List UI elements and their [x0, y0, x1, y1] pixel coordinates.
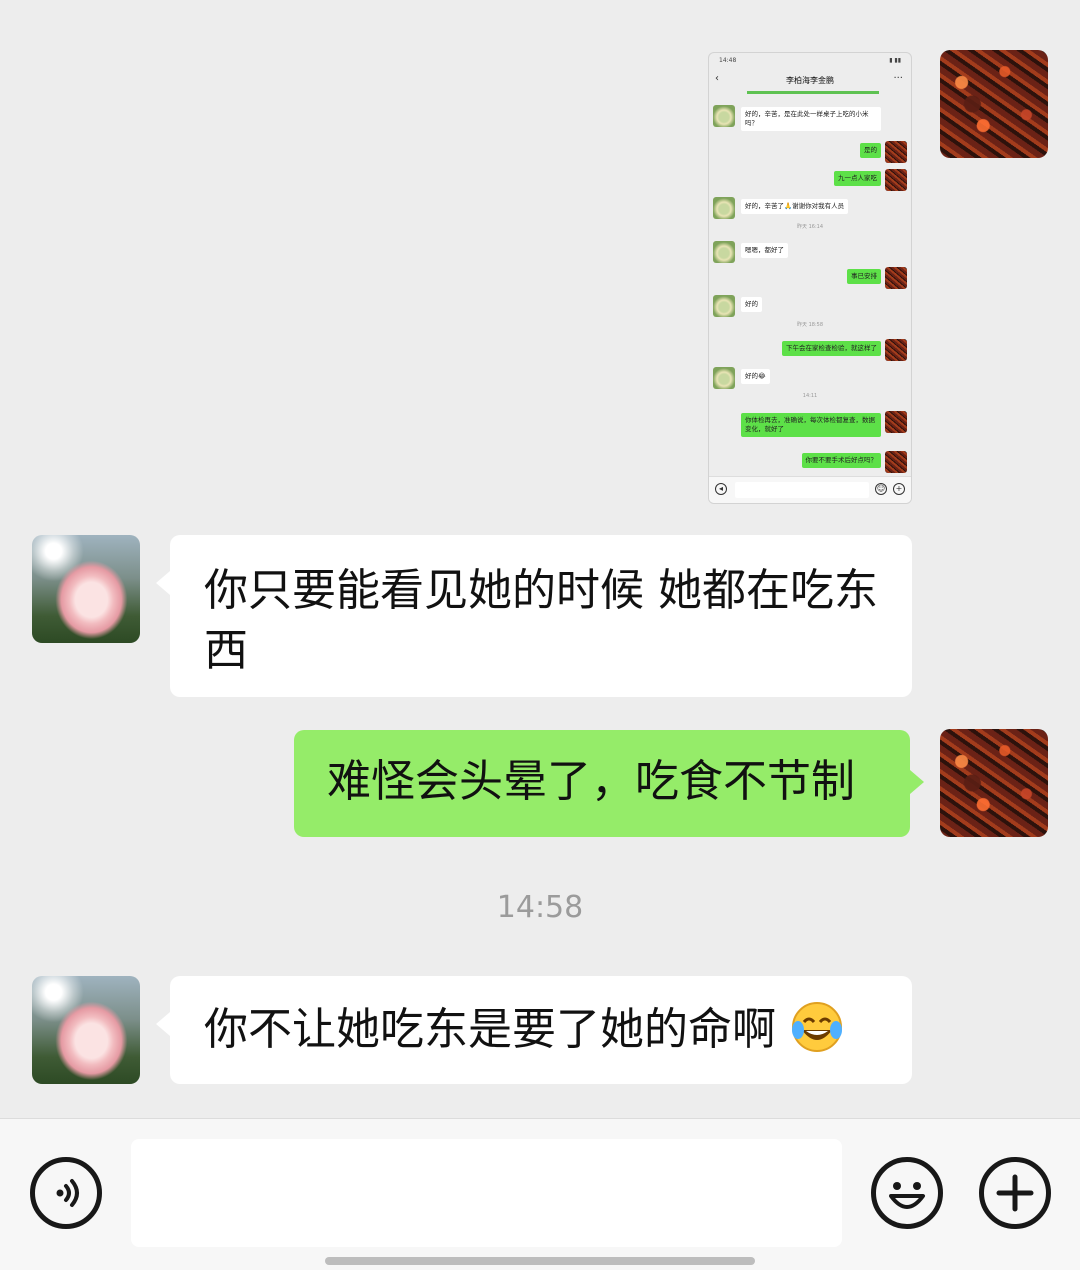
message-text: 你只要能看见她的时候 她都在吃东西 — [204, 565, 878, 676]
emoji-icon[interactable] — [871, 1157, 943, 1229]
thumb-self-avatar — [885, 141, 907, 163]
message-text: 难怪会头晕了，吃食不节制 — [327, 756, 855, 807]
contact-avatar[interactable] — [32, 976, 140, 1084]
thumb-highlight-bar — [747, 91, 879, 94]
contact-avatar[interactable] — [32, 535, 140, 643]
thumb-bubble-outgoing: 你要不要手术后好点吗？ — [801, 453, 881, 468]
chat-area: 14:48 ▮ ▮▮ ‹ 李柏海李金鹏 ··· 好的，辛苦，是在此处一样桌子上吃… — [0, 0, 1080, 1118]
message-input[interactable] — [131, 1139, 842, 1247]
message-text: 你不让她吃东是要了她的命啊 — [204, 1004, 776, 1055]
thumb-emoji-icon: ☺ — [875, 483, 887, 495]
thumb-contact-avatar — [713, 367, 735, 389]
self-avatar[interactable] — [940, 50, 1048, 158]
image-message-screenshot[interactable]: 14:48 ▮ ▮▮ ‹ 李柏海李金鹏 ··· 好的，辛苦，是在此处一样桌子上吃… — [708, 52, 912, 504]
message-bubble-incoming[interactable]: 你只要能看见她的时候 她都在吃东西 — [156, 535, 912, 697]
thumb-status-icons: ▮ ▮▮ — [889, 57, 901, 64]
thumb-bubble-outgoing: 事已安排 — [847, 269, 881, 284]
thumb-timestamp: 昨天 18:58 — [797, 322, 823, 328]
thumb-bubble-outgoing: 是的 — [860, 143, 881, 158]
voice-icon[interactable] — [30, 1157, 102, 1229]
thumb-plus-icon: + — [893, 483, 905, 495]
message-bubble-outgoing[interactable]: 难怪会头晕了，吃食不节制 — [294, 730, 924, 837]
thumb-bubble-outgoing: 下午会在家检查检验，就这样了 — [782, 341, 881, 356]
thumb-self-avatar — [885, 411, 907, 433]
thumb-self-avatar — [885, 339, 907, 361]
plus-icon[interactable] — [979, 1157, 1051, 1229]
thumb-status-time: 14:48 — [719, 57, 737, 64]
thumb-contact-avatar — [713, 241, 735, 263]
laughing-tears-emoji-icon — [792, 1002, 842, 1052]
thumb-bubble-outgoing: 九一点人家吃 — [834, 171, 881, 186]
thumb-timestamp: 14:11 — [802, 393, 818, 399]
thumb-self-avatar — [885, 451, 907, 473]
message-timestamp: 14:58 — [496, 890, 584, 925]
input-bar — [0, 1118, 1080, 1270]
self-avatar[interactable] — [940, 729, 1048, 837]
thumb-status-bar: 14:48 ▮ ▮▮ — [719, 57, 901, 67]
thumb-bubble-incoming: 好的，辛苦了🙏谢谢你对我有人员 — [741, 199, 849, 214]
thumb-timestamp: 昨天 16:14 — [797, 224, 823, 230]
thumb-bubble-incoming: 好的 — [741, 297, 762, 312]
thumb-bubble-incoming: 好的😂 — [741, 369, 770, 384]
thumb-self-avatar — [885, 169, 907, 191]
thumb-contact-avatar — [713, 295, 735, 317]
thumb-contact-avatar — [713, 197, 735, 219]
thumb-bubble-incoming: 好的，辛苦，是在此处一样桌子上吃的小米吗？ — [741, 107, 881, 131]
thumb-more-icon: ··· — [893, 73, 903, 84]
thumb-contact-avatar — [713, 105, 735, 127]
thumb-input-field — [735, 482, 869, 498]
thumb-voice-icon: ◂ — [715, 483, 727, 495]
thumb-self-avatar — [885, 267, 907, 289]
message-bubble-incoming[interactable]: 你不让她吃东是要了她的命啊 — [156, 976, 912, 1084]
thumb-bubble-incoming: 嗯嗯，都好了 — [741, 243, 788, 258]
home-indicator — [325, 1257, 755, 1265]
thumb-chat-title: 李柏海李金鹏 — [786, 76, 834, 85]
thumb-input-bar: ◂ ☺ + — [709, 476, 911, 503]
thumb-bubble-outgoing: 你体检再去，准确说，每次体检都复查，数据变化，就好了 — [741, 413, 881, 437]
